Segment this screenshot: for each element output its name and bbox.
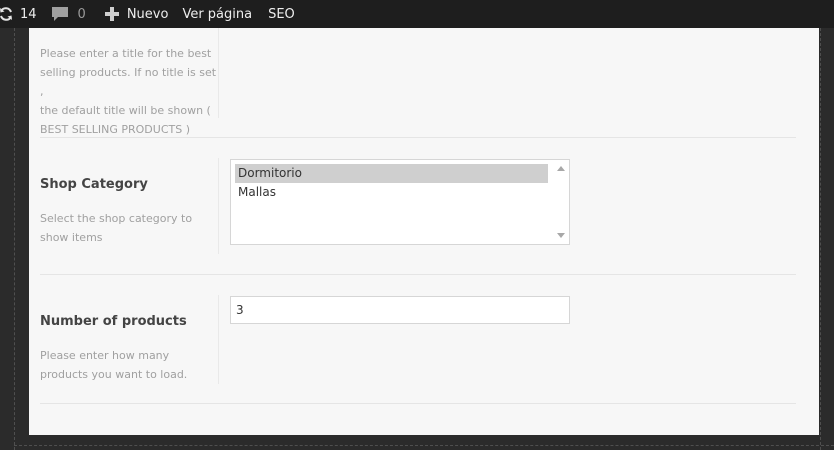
shop-category-title: Shop Category <box>40 177 148 192</box>
column-divider <box>218 28 219 118</box>
column-divider <box>218 295 219 384</box>
shop-category-description: Select the shop category to show items <box>40 212 193 244</box>
view-page-link[interactable]: Ver página <box>182 0 252 28</box>
setting-row-number-of-products: Number of products Please enter how many… <box>40 275 796 403</box>
comments-count: 0 <box>77 6 86 22</box>
frame-border-right <box>820 28 821 450</box>
new-content-menu[interactable]: Nuevo <box>104 0 169 28</box>
setting-row-shop-category: Shop Category Select the shop category t… <box>40 138 796 274</box>
new-label: Nuevo <box>126 6 169 22</box>
scroll-up-arrow-icon[interactable] <box>557 166 565 171</box>
updates-menu[interactable]: 14 <box>0 0 37 28</box>
scroll-down-arrow-icon[interactable] <box>557 233 565 238</box>
frame-border-left <box>14 28 15 450</box>
updates-count: 14 <box>20 6 37 22</box>
frame-border-bottom <box>14 445 834 446</box>
setting-row-best-selling-title: Please enter a title for the best sellin… <box>40 28 796 138</box>
best-selling-title-description: Please enter a title for the best sellin… <box>40 47 217 136</box>
settings-panel: Please enter a title for the best sellin… <box>29 28 819 435</box>
number-of-products-title: Number of products <box>40 314 187 329</box>
view-page-label: Ver página <box>182 6 253 22</box>
select-scrollbar[interactable] <box>552 160 569 244</box>
comments-menu[interactable]: 0 <box>51 0 86 28</box>
comment-icon <box>51 6 69 22</box>
number-of-products-input[interactable] <box>230 296 570 324</box>
seo-label: SEO <box>268 6 295 22</box>
number-of-products-description: Please enter how many products you want … <box>40 349 188 381</box>
column-divider <box>218 158 219 254</box>
option-dormitorio[interactable]: Dormitorio <box>235 164 548 183</box>
row-separator <box>40 403 796 404</box>
option-mallas[interactable]: Mallas <box>235 183 548 202</box>
admin-bar: 14 0 Nuevo Ver página SEO <box>0 0 834 28</box>
seo-menu[interactable]: SEO <box>268 0 295 28</box>
shop-category-select[interactable]: Dormitorio Mallas <box>230 159 570 245</box>
refresh-icon <box>0 6 14 22</box>
plus-icon <box>104 7 119 21</box>
